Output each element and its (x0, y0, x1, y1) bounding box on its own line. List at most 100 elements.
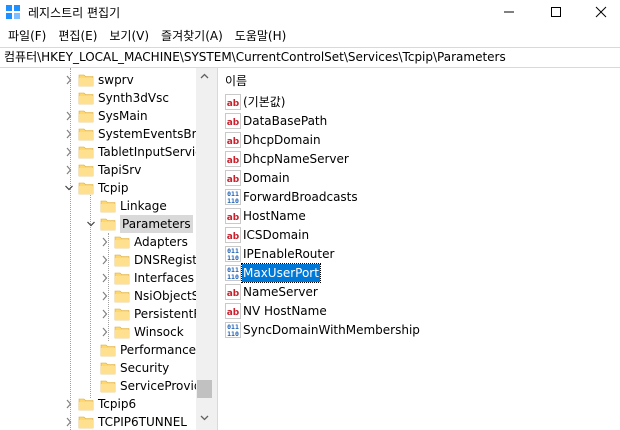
close-button[interactable] (578, 0, 620, 24)
tree-item[interactable]: TabletInputService (0, 143, 209, 161)
svg-text:ab: ab (227, 137, 240, 147)
folder-icon (100, 200, 116, 213)
tree-item-label: Performance (120, 343, 197, 357)
tree-item[interactable]: SystemEventsBrok (0, 125, 211, 143)
tree-item[interactable]: TCPIP6TUNNEL (0, 413, 196, 430)
scroll-up-arrow-icon[interactable] (196, 68, 213, 85)
folder-icon (100, 380, 116, 393)
tree-scrollbar[interactable] (196, 68, 213, 430)
tree-item-label: Winsock (134, 325, 184, 339)
menu-help[interactable]: 도움말(H) (229, 25, 293, 47)
menu-favorites[interactable]: 즐겨찾기(A) (155, 25, 229, 47)
value-name: HostName (243, 209, 306, 223)
menu-edit[interactable]: 편집(E) (52, 25, 103, 47)
values-pane[interactable]: 이름 ab (기본값) ab DataBasePath ab DhcpDomain ab Dh… (219, 68, 620, 430)
tree-item[interactable]: Tcpip (0, 179, 196, 197)
chevron-right-icon[interactable] (64, 110, 74, 122)
chevron-right-icon[interactable] (64, 416, 74, 428)
regedit-app-icon (6, 5, 20, 19)
string-value-icon: ab (225, 227, 241, 243)
folder-icon (78, 416, 94, 429)
folder-icon (78, 74, 94, 87)
tree-item[interactable]: Linkage (0, 197, 196, 215)
svg-text:110: 110 (227, 273, 239, 281)
string-value-icon: ab (225, 113, 241, 129)
value-name: DataBasePath (243, 114, 328, 128)
value-name: ForwardBroadcasts (243, 190, 358, 204)
chevron-down-icon[interactable] (64, 182, 74, 194)
folder-icon (114, 290, 130, 303)
svg-text:110: 110 (227, 197, 239, 205)
folder-icon (78, 110, 94, 123)
address-bar[interactable]: 컴퓨터\HKEY_LOCAL_MACHINE\SYSTEM\CurrentCon… (0, 47, 620, 68)
tree-item[interactable]: TapiSrv (0, 161, 196, 179)
tree-item[interactable]: NsiObjectSe (0, 287, 207, 305)
string-value-icon: ab (225, 151, 241, 167)
folder-icon (114, 272, 130, 285)
tree-item-label: TCPIP6TUNNEL (98, 415, 187, 429)
svg-text:ab: ab (227, 118, 240, 128)
tree-item[interactable]: PersistentRo (0, 305, 209, 323)
chevron-right-icon[interactable] (64, 74, 74, 86)
registry-tree[interactable]: swprv Synth3dVsc SysMain SystemEventsBrok Ta… (0, 68, 213, 430)
column-header-name[interactable]: 이름 (225, 72, 247, 89)
folder-icon (78, 146, 94, 159)
chevron-right-icon[interactable] (100, 254, 110, 266)
string-value-icon: ab (225, 284, 241, 300)
chevron-right-icon[interactable] (100, 308, 110, 320)
value-name: DhcpDomain (243, 133, 321, 147)
window-title: 레지스트리 편집기 (28, 6, 121, 20)
folder-icon (100, 344, 116, 357)
value-name: (기본값) (243, 95, 286, 109)
value-name: ICSDomain (243, 228, 310, 242)
tree-item-label: Adapters (134, 235, 188, 249)
tree-item[interactable]: Security (0, 359, 196, 377)
maximize-icon (551, 7, 561, 17)
svg-text:ab: ab (227, 99, 240, 109)
tree-item[interactable]: DNSRegiste (0, 251, 204, 269)
folder-icon (114, 308, 130, 321)
folder-icon (100, 362, 116, 375)
value-name: SyncDomainWithMembership (243, 323, 420, 337)
maximize-button[interactable] (533, 0, 579, 24)
chevron-right-icon[interactable] (64, 164, 74, 176)
tree-item[interactable]: Winsock (0, 323, 196, 341)
chevron-right-icon[interactable] (100, 326, 110, 338)
folder-icon (78, 128, 94, 141)
chevron-right-icon[interactable] (64, 128, 74, 140)
tree-item[interactable]: Synth3dVsc (0, 89, 196, 107)
folder-icon (78, 92, 94, 105)
tree-item[interactable]: Parameters (0, 215, 196, 233)
value-name: NameServer (243, 285, 318, 299)
tree-item[interactable]: SysMain (0, 107, 196, 125)
pane-splitter[interactable] (213, 68, 218, 430)
tree-item[interactable]: Adapters (0, 233, 196, 251)
menu-view[interactable]: 보기(V) (103, 25, 155, 47)
tree-item-label: Synth3dVsc (98, 91, 169, 105)
chevron-right-icon[interactable] (100, 272, 110, 284)
chevron-right-icon[interactable] (100, 290, 110, 302)
tree-item[interactable]: swprv (0, 71, 196, 89)
menu-file[interactable]: 파일(F) (2, 25, 52, 47)
scrollbar-thumb[interactable] (197, 380, 212, 398)
tree-item-label: DNSRegiste (134, 253, 205, 267)
tree-item-label: Interfaces (134, 271, 194, 285)
chevron-right-icon[interactable] (64, 398, 74, 410)
folder-icon (114, 254, 130, 267)
dword-value-icon: 011110 (225, 322, 241, 338)
tree-item-label: Parameters (120, 215, 193, 233)
tree-item[interactable]: Performance (0, 341, 196, 359)
scroll-down-arrow-icon[interactable] (196, 409, 213, 426)
chevron-right-icon[interactable] (100, 236, 110, 248)
tree-item[interactable]: Tcpip6 (0, 395, 196, 413)
tree-item-label: SystemEventsBrok (98, 127, 211, 141)
svg-text:ab: ab (227, 289, 240, 299)
chevron-down-icon[interactable] (86, 218, 96, 230)
tree-item[interactable]: ServiceProvider (0, 377, 213, 395)
chevron-right-icon[interactable] (64, 146, 74, 158)
folder-icon (78, 398, 94, 411)
svg-text:ab: ab (227, 156, 240, 166)
minimize-button[interactable] (486, 0, 532, 24)
tree-item[interactable]: Interfaces (0, 269, 196, 287)
string-value-icon: ab (225, 303, 241, 319)
